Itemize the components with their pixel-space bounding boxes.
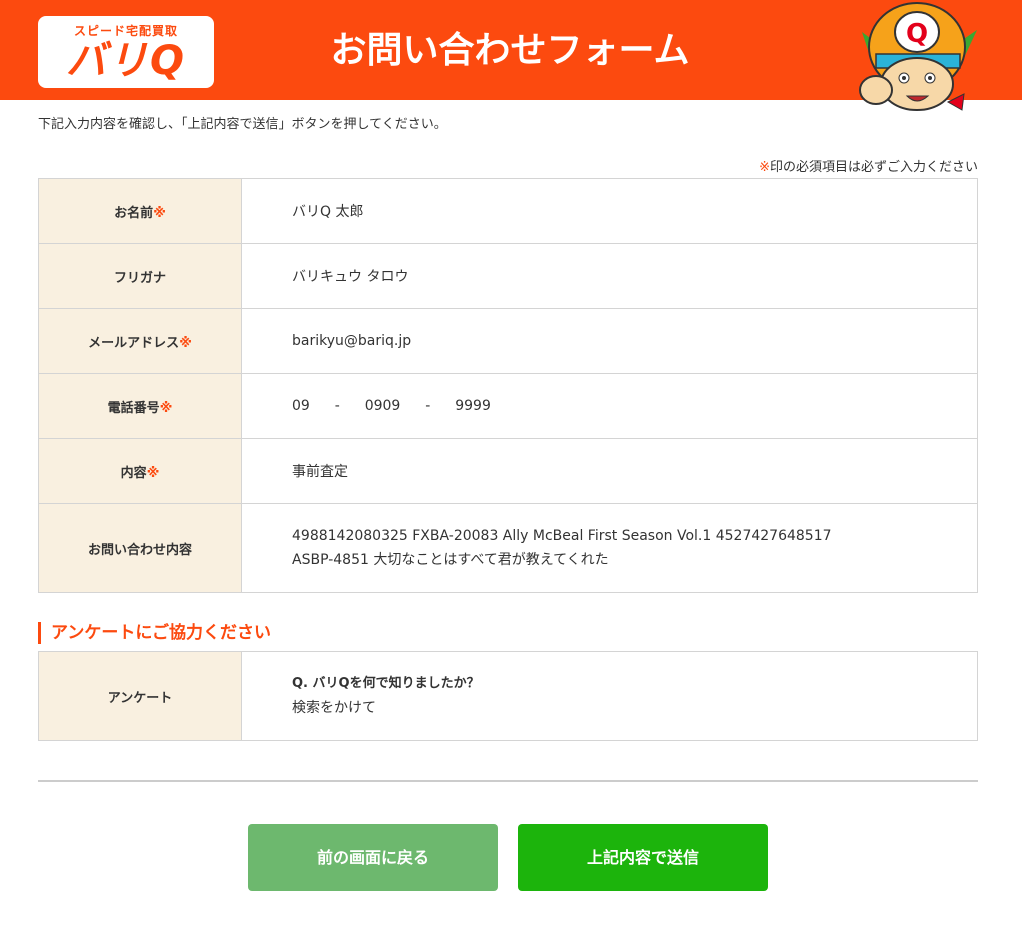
divider xyxy=(38,780,978,782)
bariq-logo[interactable]: スピード宅配買取 バリQ xyxy=(38,16,214,88)
logo-text: バリQ xyxy=(65,38,186,84)
svg-text:Q: Q xyxy=(906,19,928,49)
mascot-illustration: Q xyxy=(859,2,977,111)
row-furigana: フリガナ バリキュウ タロウ xyxy=(38,243,978,309)
survey-table: アンケート Q. バリQを何で知りましたか？ 検索をかけて xyxy=(38,651,978,741)
email-value: barikyu@bariq.jp xyxy=(241,308,978,374)
phone-sep1: - xyxy=(334,398,340,414)
inquiry-line-2: ASBP-4851 大切なことはすべて君が教えてくれた xyxy=(292,552,609,568)
subject-value: 事前査定 xyxy=(241,438,978,504)
page-title: お問い合わせフォーム xyxy=(330,30,690,71)
required-note: ※印の必須項目は必ずご入力ください xyxy=(759,156,978,175)
survey-value: Q. バリQを何で知りましたか？ 検索をかけて xyxy=(241,651,978,741)
row-name: お名前※ バリQ 太郎 xyxy=(38,178,978,244)
phone-label: 電話番号※ xyxy=(38,373,242,439)
phone-part2: 0909 xyxy=(364,398,401,414)
name-label: お名前※ xyxy=(38,178,242,244)
survey-question: Q. バリQを何で知りましたか？ xyxy=(292,676,480,691)
furigana-label: フリガナ xyxy=(38,243,242,309)
site-header: スピード宅配買取 バリQ お問い合わせフォーム Q xyxy=(0,0,1022,111)
email-label: メールアドレス※ xyxy=(38,308,242,374)
inquiry-line-1: 4988142080325 FXBA-20083 Ally McBeal Fir… xyxy=(292,528,832,544)
inquiry-value: 4988142080325 FXBA-20083 Ally McBeal Fir… xyxy=(241,503,978,593)
survey-heading: アンケートにご協力ください xyxy=(38,622,271,644)
name-value: バリQ 太郎 xyxy=(241,178,978,244)
required-mark: ※ xyxy=(759,160,770,175)
required-note-text: 印の必須項目は必ずご入力ください xyxy=(769,160,978,175)
row-phone: 電話番号※ 09 - 0909 - 9999 xyxy=(38,373,978,439)
survey-answer: 検索をかけて xyxy=(292,700,376,716)
phone-value: 09 - 0909 - 9999 xyxy=(241,373,978,439)
intro-text: 下記入力内容を確認し、「上記内容で送信」ボタンを押してください。 xyxy=(38,117,447,132)
submit-button[interactable]: 上記内容で送信 xyxy=(518,824,768,891)
survey-label: アンケート xyxy=(38,651,242,741)
phone-part3: 9999 xyxy=(455,398,491,414)
furigana-value: バリキュウ タロウ xyxy=(241,243,978,309)
phone-sep2: - xyxy=(425,398,431,414)
row-email: メールアドレス※ barikyu@bariq.jp xyxy=(38,308,978,374)
inquiry-label: お問い合わせ内容 xyxy=(38,503,242,593)
logo-tagline: スピード宅配買取 xyxy=(73,24,178,38)
back-button[interactable]: 前の画面に戻る xyxy=(248,824,498,891)
subject-label: 内容※ xyxy=(38,438,242,504)
row-inquiry: お問い合わせ内容 4988142080325 FXBA-20083 Ally M… xyxy=(38,503,978,593)
row-survey: アンケート Q. バリQを何で知りましたか？ 検索をかけて xyxy=(38,651,978,741)
confirm-table: お名前※ バリQ 太郎 フリガナ バリキュウ タロウ メールアドレス※ bari… xyxy=(38,178,978,593)
row-subject: 内容※ 事前査定 xyxy=(38,438,978,504)
phone-part1: 09 xyxy=(292,398,310,414)
